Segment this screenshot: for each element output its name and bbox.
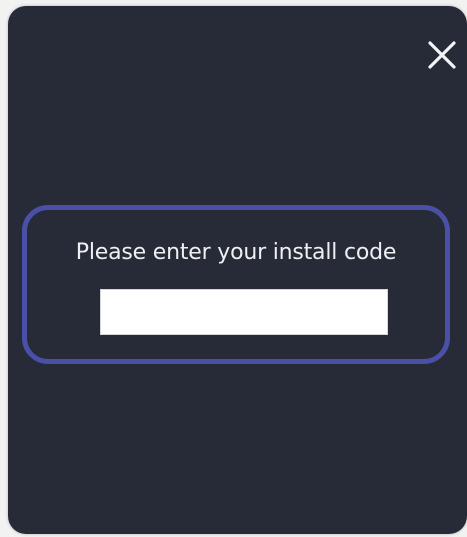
install-code-prompt: Please enter your install code [75, 240, 397, 265]
close-button[interactable] [424, 37, 460, 73]
install-code-section: Please enter your install code [22, 205, 450, 364]
close-icon[interactable] [424, 37, 460, 73]
install-code-input[interactable] [100, 289, 388, 335]
install-code-dialog: Please enter your install code [8, 6, 467, 534]
page: Please enter your install code [0, 0, 467, 537]
